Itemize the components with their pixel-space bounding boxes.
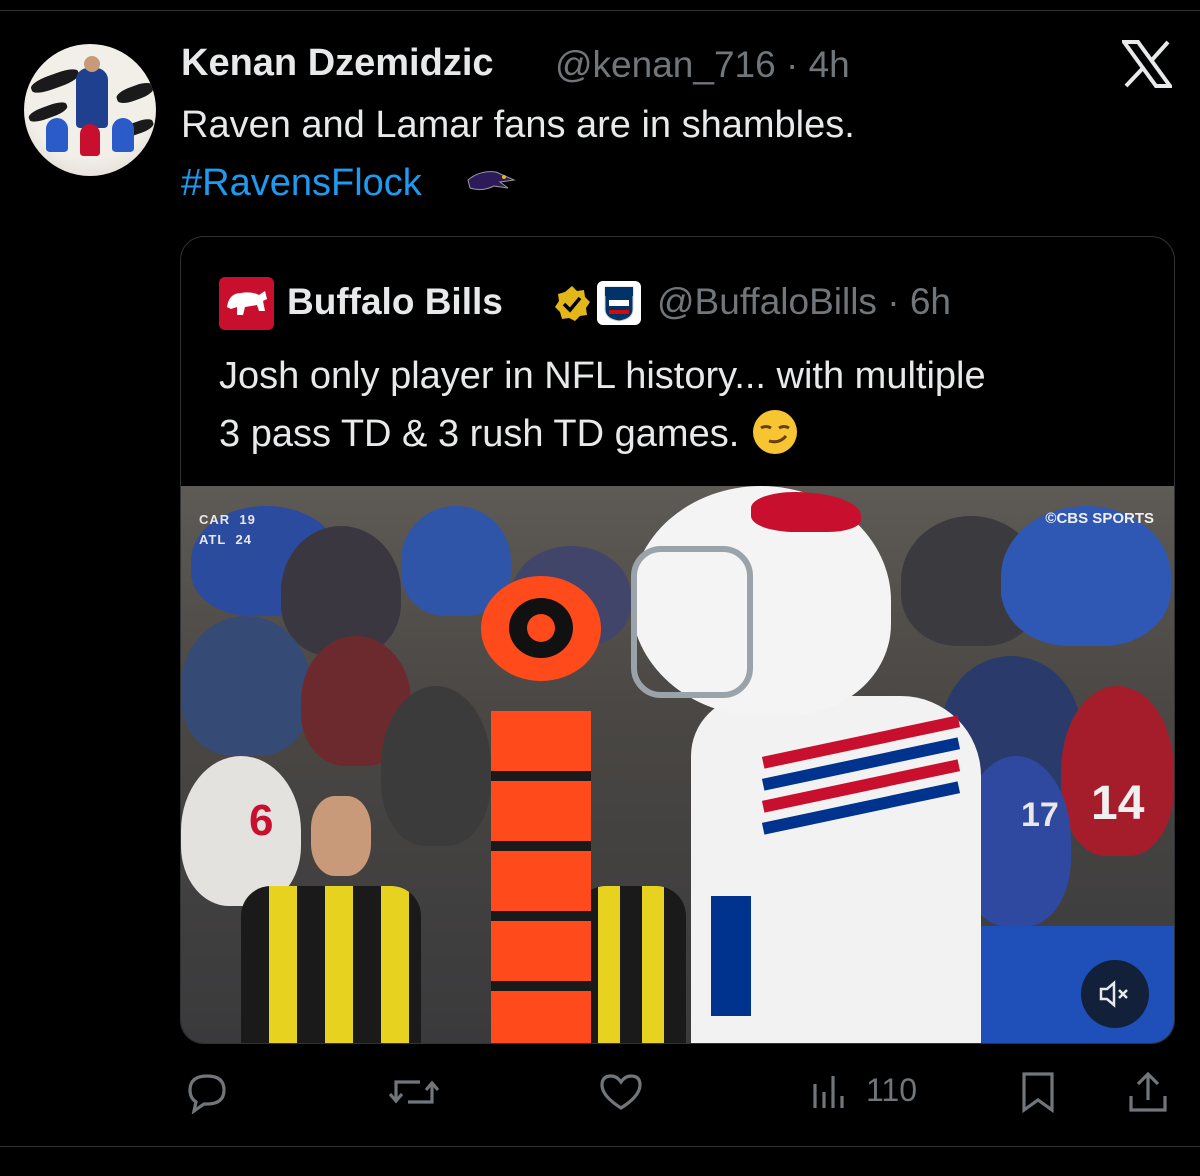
meta-separator: · <box>887 281 900 322</box>
author-meta: @kenan_716 · 4h <box>555 44 850 86</box>
avatar-brush-stroke <box>29 65 81 97</box>
down-marker <box>481 576 601 681</box>
scorebug-score: 19 <box>239 512 256 527</box>
quote-text-line: 3 pass TD & 3 rush TD games. <box>219 405 1139 463</box>
avatar-child <box>80 124 100 156</box>
quote-text-line-content: 3 pass TD & 3 rush TD games. <box>219 413 740 455</box>
reply-icon[interactable] <box>184 1070 230 1114</box>
bottom-divider <box>0 1146 1200 1147</box>
cbs-watermark: ©CBS SPORTS <box>1045 510 1154 527</box>
retweet-icon[interactable] <box>388 1070 440 1114</box>
video-media[interactable]: 6 17 14 CAR 19 ATL 24 ©CBS SPORTS <box>181 486 1174 1043</box>
quoted-tweet-card[interactable]: Buffalo Bills @BuffaloBills · 6h Josh on… <box>180 236 1175 1044</box>
security-vest <box>576 886 686 1043</box>
ravens-logo-icon <box>467 171 516 191</box>
quote-time[interactable]: 6h <box>910 281 951 322</box>
crowd-fan <box>181 616 311 756</box>
scorebug-team: CAR <box>199 512 231 527</box>
unmute-button[interactable] <box>1081 960 1149 1028</box>
crowd-fan <box>381 686 491 846</box>
quote-author-handle[interactable]: @BuffaloBills <box>657 281 877 322</box>
quote-text-line: Josh only player in NFL history... with … <box>219 355 986 397</box>
jersey-number: 6 <box>249 796 274 845</box>
crowd-fan <box>1001 506 1171 646</box>
crowd-fan <box>181 756 301 906</box>
author-name[interactable]: Kenan Dzemidzic <box>181 42 494 85</box>
smirking-face-icon <box>753 410 798 454</box>
quote-meta: @BuffaloBills · 6h <box>657 281 951 323</box>
quote-text: Josh only player in NFL history... with … <box>219 347 1139 463</box>
scorebug-team: ATL <box>199 532 227 547</box>
security-vest <box>241 886 421 1043</box>
guard-face <box>311 796 371 876</box>
author-handle[interactable]: @kenan_716 <box>555 44 776 85</box>
scorebug: CAR 19 ATL 24 <box>199 510 256 550</box>
speaker-muted-icon <box>1099 980 1128 1008</box>
nfl-affiliate-badge-icon[interactable] <box>597 281 641 325</box>
like-heart-icon[interactable] <box>598 1070 644 1114</box>
bookmark-icon[interactable] <box>1018 1070 1058 1114</box>
verified-badge-icon <box>555 286 590 321</box>
quote-author-name[interactable]: Buffalo Bills <box>287 281 503 323</box>
jersey-number: 17 <box>1021 796 1059 834</box>
bills-logo-avatar[interactable] <box>219 277 274 330</box>
views-count[interactable]: 110 <box>866 1072 917 1109</box>
meta-separator: · <box>785 44 799 85</box>
crowd-fan <box>281 526 401 656</box>
buffalo-icon <box>227 291 267 315</box>
tweet-text: Raven and Lamar fans are in shambles. <box>181 104 855 146</box>
top-divider <box>0 10 1200 11</box>
down-marker-pole <box>491 711 591 1043</box>
avatar-child <box>46 118 68 152</box>
avatar-face <box>84 56 100 72</box>
avatar-child <box>112 118 134 152</box>
tweet-time[interactable]: 4h <box>809 44 850 85</box>
jersey-number: 14 <box>1091 777 1145 830</box>
avatar-brush-stroke <box>114 79 156 107</box>
avatar[interactable] <box>24 44 156 176</box>
views-analytics-icon[interactable] <box>810 1070 850 1114</box>
hashtag-link[interactable]: #RavensFlock <box>181 162 422 205</box>
share-icon[interactable] <box>1126 1070 1170 1114</box>
x-logo-icon[interactable] <box>1122 40 1172 88</box>
scorebug-score: 24 <box>235 532 253 547</box>
player-jersey <box>691 696 981 1043</box>
player-helmet <box>631 486 891 716</box>
avatar-person <box>76 68 108 128</box>
scorebug-row: CAR 19 <box>199 510 256 530</box>
scorebug-row: ATL 24 <box>199 530 256 550</box>
